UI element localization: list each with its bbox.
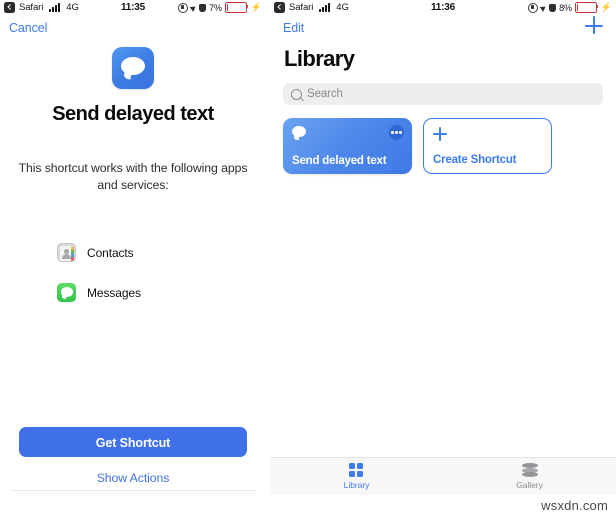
search-input[interactable]: Search — [283, 83, 603, 105]
location-arrow-icon — [539, 4, 548, 12]
shortcut-card-grid: Send delayed text Create Shortcut — [283, 118, 603, 174]
status-bar-right: Safari 4G 11:36 8% ⚡ — [270, 0, 616, 17]
create-shortcut-card[interactable]: Create Shortcut — [423, 118, 552, 174]
supported-apps-list: Contacts Messages — [0, 238, 266, 307]
tab-bar: Library Gallery — [270, 457, 616, 495]
site-watermark: wsxdn.com — [541, 498, 608, 513]
battery-percent-label: 8% — [559, 2, 572, 13]
tab-label: Gallery — [516, 480, 543, 490]
shortcut-hero: Send delayed text This shortcut works wi… — [0, 43, 266, 194]
app-name-label: Contacts — [87, 245, 134, 260]
search-placeholder: Search — [307, 88, 343, 100]
edit-button[interactable]: Edit — [283, 21, 304, 35]
plus-icon — [433, 127, 447, 141]
location-arrow-icon — [189, 4, 198, 12]
app-name-label: Messages — [87, 285, 141, 300]
shortcut-actions: Get Shortcut Show Actions — [0, 427, 266, 495]
show-actions-link[interactable]: Show Actions — [0, 471, 266, 485]
card-label: Create Shortcut — [433, 154, 517, 166]
contacts-app-icon — [57, 243, 76, 262]
message-bubble-icon — [292, 126, 306, 140]
shortcut-detail-panel: Safari 4G 11:35 7% ⚡ Cancel Send delayed… — [0, 0, 266, 495]
hero-subtitle: This shortcut works with the following a… — [18, 161, 248, 192]
divider — [10, 490, 256, 491]
battery-icon — [574, 2, 599, 13]
status-bar-right-group: 7% ⚡ — [178, 2, 262, 13]
list-item: Messages — [57, 278, 266, 307]
tab-gallery[interactable]: Gallery — [443, 458, 616, 495]
rotation-lock-icon — [178, 2, 189, 13]
library-title: Library — [284, 46, 355, 71]
tab-label: Library — [343, 480, 370, 490]
library-panel: Safari 4G 11:36 8% ⚡ Edit Library Search — [270, 0, 616, 495]
nav-bar-right: Edit — [270, 16, 616, 43]
card-label: Send delayed text — [292, 155, 387, 167]
lightning-bolt-icon: ⚡ — [250, 2, 262, 12]
vpn-shield-icon — [199, 3, 207, 12]
cancel-button[interactable]: Cancel — [9, 21, 47, 35]
plus-icon[interactable] — [585, 16, 603, 35]
messages-app-icon — [57, 283, 76, 302]
battery-percent-label: 7% — [209, 2, 222, 13]
vpn-shield-icon — [549, 3, 557, 12]
ellipsis-icon[interactable] — [389, 125, 404, 140]
status-bar-right-group: 8% ⚡ — [528, 2, 612, 13]
status-bar-left: Safari 4G 11:35 7% ⚡ — [0, 0, 266, 17]
list-item: Contacts — [57, 238, 266, 267]
nav-bar-left: Cancel — [0, 17, 266, 43]
battery-icon — [224, 2, 249, 13]
rotation-lock-icon — [528, 2, 539, 13]
get-shortcut-button[interactable]: Get Shortcut — [19, 427, 247, 457]
layers-icon — [521, 463, 538, 477]
page-title: Send delayed text — [52, 103, 214, 125]
grid-icon — [348, 463, 365, 478]
search-icon — [291, 88, 302, 100]
lightning-bolt-icon: ⚡ — [600, 2, 612, 12]
tab-library[interactable]: Library — [270, 458, 443, 495]
message-bubble-icon — [112, 47, 154, 89]
screenshot-root: Safari 4G 11:35 7% ⚡ Cancel Send delayed… — [0, 0, 616, 515]
shortcut-card-send-delayed-text[interactable]: Send delayed text — [283, 118, 412, 174]
